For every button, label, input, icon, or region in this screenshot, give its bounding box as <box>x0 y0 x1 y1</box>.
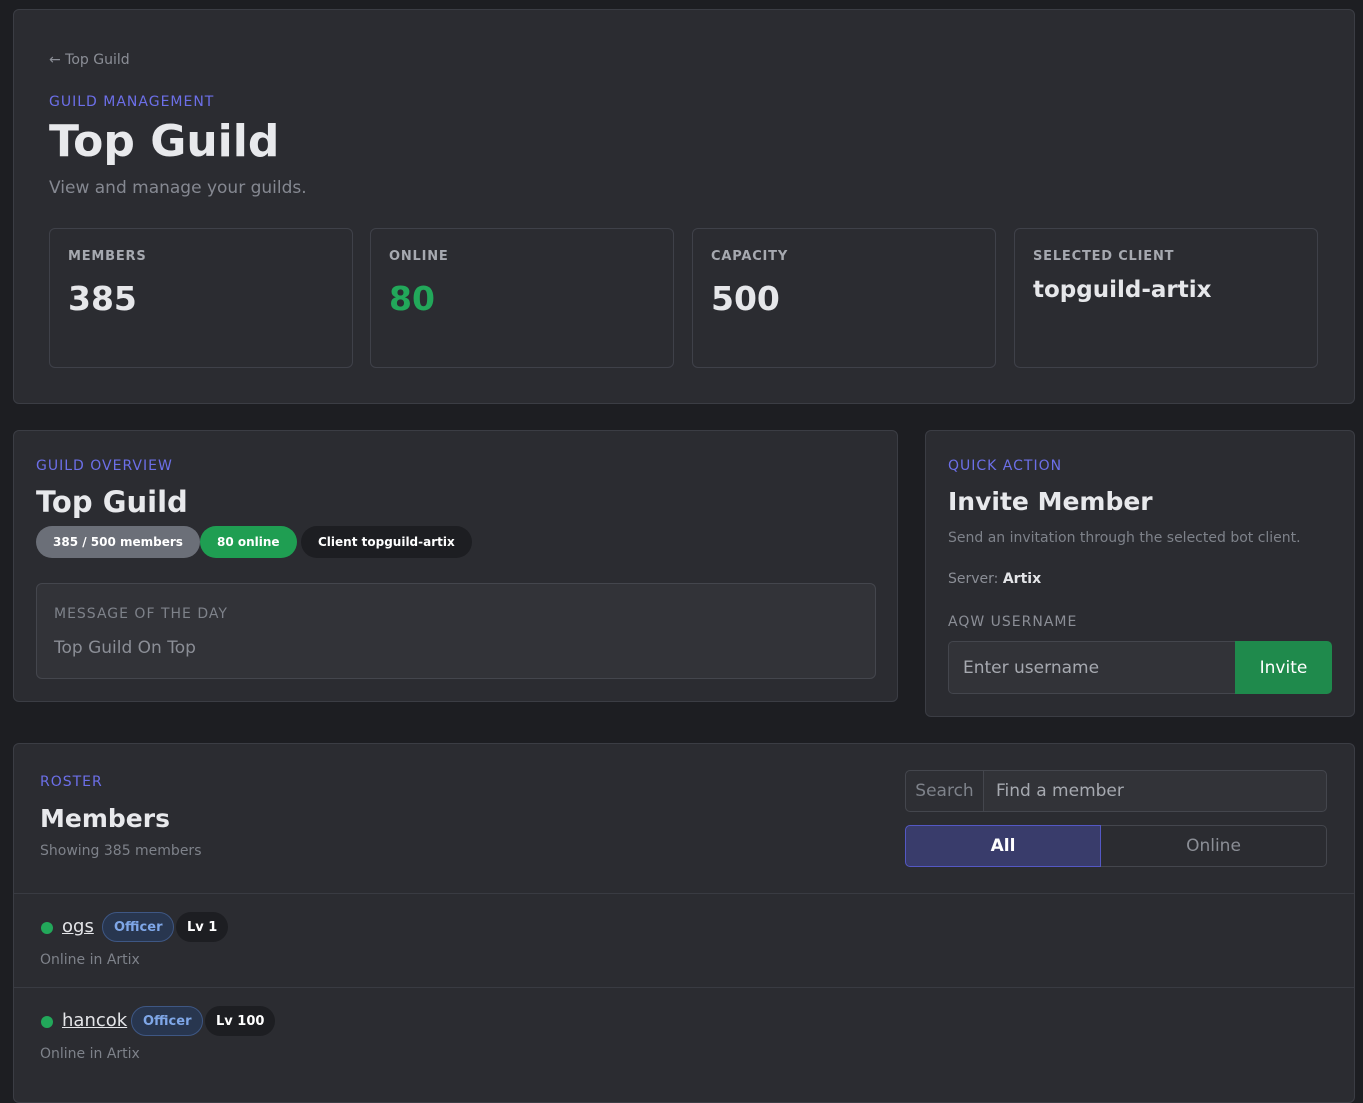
stat-value: topguild-artix <box>1033 277 1212 303</box>
guild-header-panel: ← Top Guild GUILD MANAGEMENT Top Guild V… <box>13 9 1355 404</box>
invite-description: Send an invitation through the selected … <box>948 530 1301 546</box>
showing-count: Showing 385 members <box>40 843 202 859</box>
member-name-link[interactable]: hancok <box>62 1010 127 1031</box>
quick-action-panel: QUICK ACTION Invite Member Send an invit… <box>925 430 1355 717</box>
level-badge: Lv 1 <box>176 912 229 942</box>
guild-overview-panel: GUILD OVERVIEW Top Guild 385 / 500 membe… <box>13 430 898 702</box>
online-status-dot <box>41 922 53 934</box>
online-status-dot <box>41 1016 53 1028</box>
motd-label: MESSAGE OF THE DAY <box>54 606 228 622</box>
member-row: ogs Officer Lv 1 Online in Artix <box>14 893 1354 987</box>
invite-button[interactable]: Invite <box>1235 641 1332 694</box>
username-field-label: AQW USERNAME <box>948 614 1078 630</box>
stat-card-selected-client: SELECTED CLIENT topguild-artix <box>1014 228 1318 368</box>
page-title: Top Guild <box>49 116 280 167</box>
member-status: Online in Artix <box>40 1046 140 1062</box>
role-badge: Officer <box>131 1006 204 1036</box>
message-of-the-day: MESSAGE OF THE DAY Top Guild On Top <box>36 583 876 679</box>
member-name-link[interactable]: ogs <box>62 916 94 937</box>
filter-online-button[interactable]: Online <box>1101 825 1327 867</box>
server-value: Artix <box>1002 571 1042 587</box>
search-input[interactable] <box>984 771 1326 811</box>
page-subtitle: View and manage your guilds. <box>49 178 307 198</box>
invite-title: Invite Member <box>948 487 1153 516</box>
stat-label: ONLINE <box>389 249 449 264</box>
member-status: Online in Artix <box>40 952 140 968</box>
search-addon-label: Search <box>906 771 984 811</box>
members-count-pill: 385 / 500 members <box>36 526 200 558</box>
overview-title: Top Guild <box>36 485 188 519</box>
header-eyebrow: GUILD MANAGEMENT <box>49 94 215 110</box>
filter-group: All Online <box>905 825 1327 867</box>
roster-panel: ROSTER Members Showing 385 members Searc… <box>13 743 1355 1103</box>
member-row: hancok Officer Lv 100 Online in Artix <box>14 987 1354 1081</box>
username-input[interactable] <box>948 641 1235 694</box>
client-pill: Client topguild-artix <box>301 526 472 558</box>
online-count-pill: 80 online <box>200 526 297 558</box>
stat-value: 385 <box>68 279 137 318</box>
stat-card-online: ONLINE 80 <box>370 228 674 368</box>
roster-title: Members <box>40 804 170 833</box>
stat-value: 500 <box>711 279 780 318</box>
server-line: Server: Artix <box>948 571 1041 587</box>
overview-eyebrow: GUILD OVERVIEW <box>36 458 173 474</box>
role-badge: Officer <box>102 912 175 942</box>
stat-value: 80 <box>389 279 435 318</box>
server-label: Server: <box>948 571 999 587</box>
back-link[interactable]: ← Top Guild <box>49 52 130 68</box>
stat-label: SELECTED CLIENT <box>1033 249 1175 264</box>
member-search: Search <box>905 770 1327 812</box>
stat-card-capacity: CAPACITY 500 <box>692 228 996 368</box>
motd-text: Top Guild On Top <box>54 638 196 658</box>
stat-card-members: MEMBERS 385 <box>49 228 353 368</box>
roster-eyebrow: ROSTER <box>40 774 103 790</box>
quick-action-eyebrow: QUICK ACTION <box>948 458 1063 474</box>
stat-label: MEMBERS <box>68 249 147 264</box>
filter-all-button[interactable]: All <box>905 825 1101 867</box>
stat-label: CAPACITY <box>711 249 789 264</box>
level-badge: Lv 100 <box>205 1006 276 1036</box>
